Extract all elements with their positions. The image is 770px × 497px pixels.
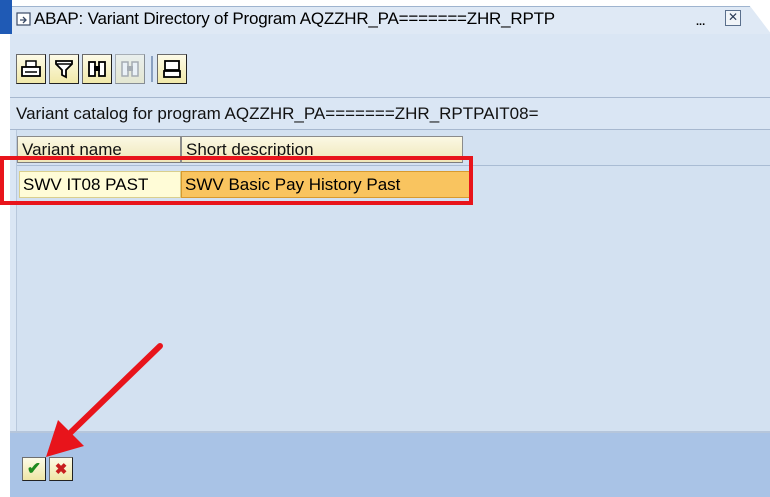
column-header-short-description[interactable]: Short description [181, 136, 463, 163]
find-button[interactable] [82, 54, 112, 84]
local-file-icon [163, 60, 181, 78]
toolbar-separator [151, 56, 153, 82]
column-header-variant-name[interactable]: Variant name [17, 136, 181, 163]
title-bar: ABAP: Variant Directory of Program AQZZH… [0, 0, 770, 35]
short-description-cell[interactable]: SWV Basic Pay History Past [181, 171, 471, 198]
dialog-panel: Variant catalog for program AQZZHR_PA===… [10, 34, 770, 497]
local-file-button[interactable] [157, 54, 187, 84]
filter-icon [55, 60, 73, 79]
find-icon [88, 61, 106, 77]
print-icon [21, 60, 41, 77]
grid-divider [17, 165, 770, 166]
window-title: ABAP: Variant Directory of Program AQZZH… [34, 9, 555, 28]
find-next-icon [121, 61, 139, 77]
window-icon [16, 12, 31, 26]
title-accent [0, 0, 12, 34]
confirm-button[interactable]: ✔ [22, 457, 46, 481]
close-button[interactable]: ✕ [725, 10, 741, 26]
checkmark-icon: ✔ [26, 459, 42, 478]
filter-button[interactable] [49, 54, 79, 84]
catalog-bar: Variant catalog for program AQZZHR_PA===… [10, 97, 770, 130]
footer-bar: ✔ ✖ [10, 433, 770, 497]
cancel-icon: ✖ [54, 461, 68, 478]
catalog-label: Variant catalog for program AQZZHR_PA===… [16, 104, 539, 123]
cancel-button[interactable]: ✖ [49, 457, 73, 481]
variant-table: Variant name Short description SWV IT08 … [16, 130, 770, 431]
print-button[interactable] [16, 54, 46, 84]
find-next-button[interactable] [115, 54, 145, 84]
title-ellipsis: ... [696, 16, 706, 28]
variant-name-cell[interactable]: SWV IT08 PAST [19, 171, 181, 198]
